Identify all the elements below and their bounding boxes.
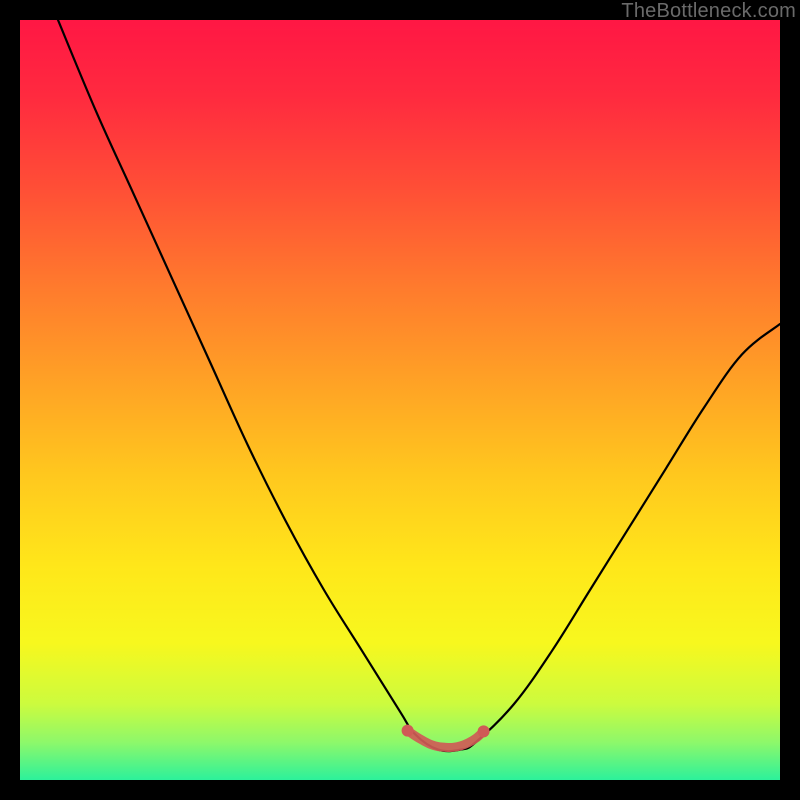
chart-frame: TheBottleneck.com bbox=[0, 0, 800, 800]
plot-area bbox=[20, 20, 780, 780]
background-gradient bbox=[20, 20, 780, 780]
